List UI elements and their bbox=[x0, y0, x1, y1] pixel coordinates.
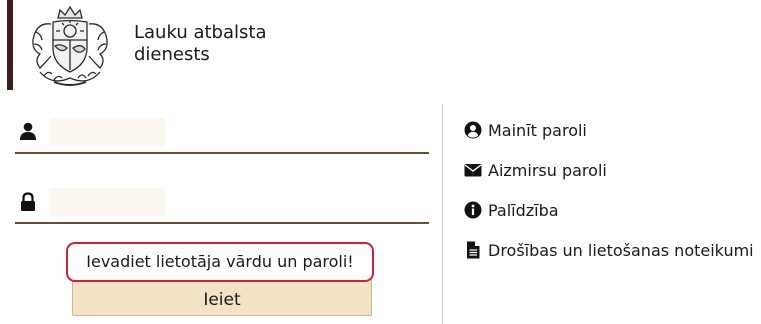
org-name-line1: Lauku atbalsta bbox=[134, 22, 267, 43]
help-link[interactable]: Palīdzība bbox=[464, 198, 559, 222]
username-input[interactable] bbox=[49, 114, 423, 148]
vertical-divider bbox=[442, 104, 443, 324]
help-label: Palīdzība bbox=[488, 200, 559, 220]
document-icon bbox=[467, 241, 480, 259]
login-button[interactable]: Ieiet bbox=[72, 276, 372, 316]
forgot-password-label: Aizmirsu paroli bbox=[488, 160, 607, 180]
forgot-password-link[interactable]: Aizmirsu paroli bbox=[464, 158, 607, 182]
lock-icon bbox=[21, 192, 35, 211]
envelope-icon bbox=[464, 164, 482, 177]
change-password-link[interactable]: Mainīt paroli bbox=[464, 118, 587, 142]
org-name-line2: dienests bbox=[134, 44, 210, 65]
terms-link[interactable]: Drošības un lietošanas noteikumi bbox=[464, 238, 754, 262]
username-field bbox=[15, 104, 429, 154]
validation-alert: Ievadiet lietotāja vārdu un paroli! bbox=[66, 242, 374, 282]
org-name: Lauku atbalsta dienests bbox=[134, 22, 266, 66]
terms-label: Drošības un lietošanas noteikumi bbox=[488, 240, 754, 260]
password-input[interactable] bbox=[49, 184, 423, 218]
user-icon bbox=[20, 122, 36, 140]
change-password-label: Mainīt paroli bbox=[488, 120, 587, 140]
coat-of-arms-logo bbox=[32, 5, 108, 86]
password-field bbox=[15, 174, 429, 224]
info-circle-icon bbox=[464, 201, 482, 219]
user-circle-icon bbox=[464, 121, 482, 139]
brand-bar bbox=[7, 0, 13, 90]
